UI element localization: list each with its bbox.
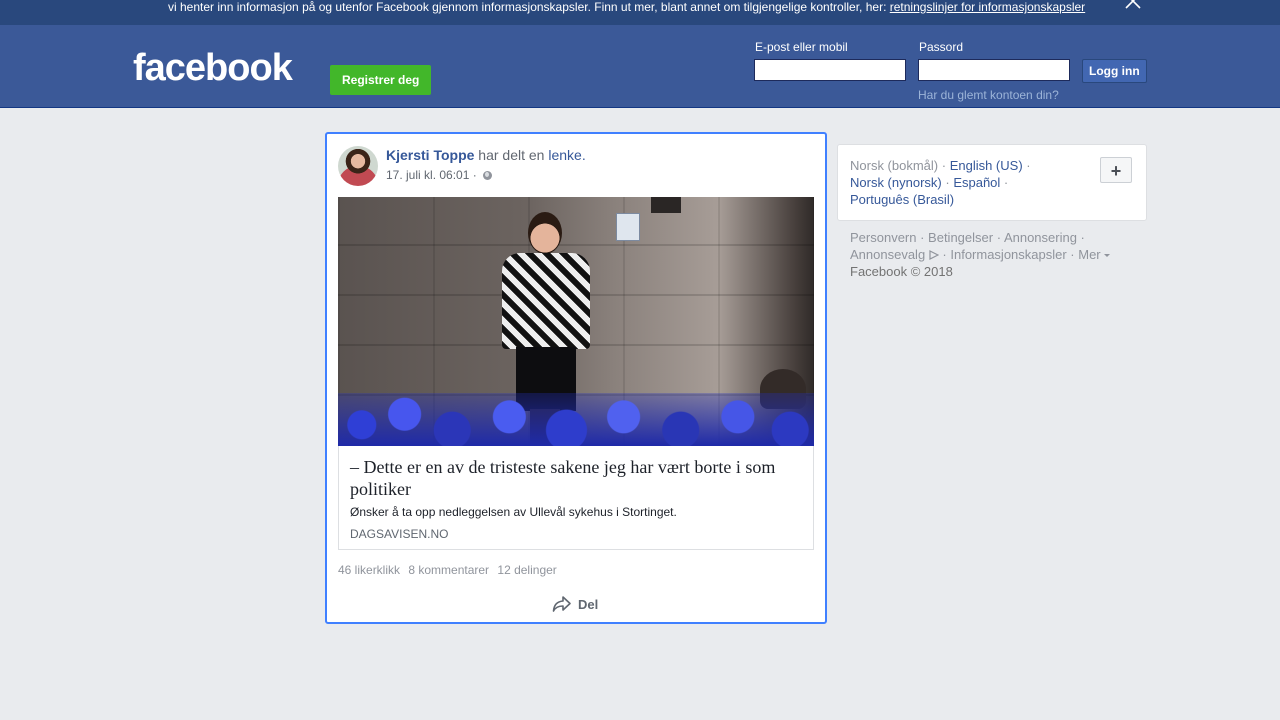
post-link-word[interactable]: lenke. [548,147,585,163]
post-card: Kjersti Toppe har delt en lenke. 17. jul… [325,132,827,624]
share-label: Del [578,597,599,612]
link-preview[interactable]: – Dette er en av de tristeste sakene jeg… [338,446,814,550]
footer-link-annonsevalg[interactable]: Annonsevalg [850,247,939,262]
add-language-button[interactable]: + [1100,157,1132,183]
link-description: Ønsker å ta opp nedleggelsen av Ullevål … [350,505,677,519]
link-domain: DAGSAVISEN.NO [350,527,449,541]
password-label: Passord [919,40,964,54]
language-norsk-nynorsk[interactable]: Norsk (nynorsk) [850,175,942,190]
adchoices-icon [929,250,939,260]
comments-count[interactable]: 8 kommentarer [408,563,489,577]
globe-icon [483,171,493,180]
post-timestamp[interactable]: 17. juli kl. 06:01 · [386,168,477,182]
chevron-down-icon [1104,254,1111,257]
footer-links: Personvern · Betingelser · Annonsering ·… [850,229,1140,280]
language-current: Norsk (bokmål) [850,158,939,173]
footer-link-mer[interactable]: Mer [1078,247,1111,262]
language-portugues-brasil[interactable]: Português (Brasil) [850,192,954,207]
link-title[interactable]: – Dette er en av de tristeste sakene jeg… [350,456,800,500]
language-box: Norsk (bokmål) · English (US) · Norsk (n… [837,144,1147,221]
language-espanol[interactable]: Español [953,175,1000,190]
image-person-head [528,212,562,254]
forgot-account-link[interactable]: Har du glemt kontoen din? [918,88,1059,102]
share-icon [552,596,571,612]
post-header: Kjersti Toppe har delt en lenke. [386,147,586,163]
post-image[interactable] [338,197,814,446]
footer-link-informasjonskapsler[interactable]: Informasjonskapsler [950,247,1066,262]
shares-count[interactable]: 12 delinger [497,563,556,577]
password-input[interactable] [918,59,1070,81]
avatar[interactable] [338,146,378,186]
post-meta: 17. juli kl. 06:01 · [386,168,493,182]
image-sign [616,213,640,241]
post-action-text: har delt en [474,147,549,163]
mer-label: Mer [1078,247,1101,262]
cookie-banner: vi henter inn informasjon på og utenfor … [0,0,1280,25]
cookie-policy-link[interactable]: retningslinjer for informasjonskapsler [890,0,1085,14]
image-flowers [338,393,814,446]
email-label: E-post eller mobil [755,40,848,54]
reaction-counts: 46 likerklikk 8 kommentarer 12 delinger [338,563,562,577]
copyright: Facebook © 2018 [850,264,953,279]
register-button[interactable]: Registrer deg [330,65,432,95]
image-window [651,197,681,213]
email-input[interactable] [754,59,906,81]
share-button[interactable]: Del [552,594,598,616]
annonsevalg-label: Annonsevalg [850,247,926,262]
facebook-logo[interactable]: facebook [133,49,293,87]
close-icon[interactable] [1124,0,1142,10]
cookie-banner-text: vi henter inn informasjon på og utenfor … [168,0,1085,14]
footer-link-betingelser[interactable]: Betingelser [928,230,993,245]
footer-link-personvern[interactable]: Personvern [850,230,916,245]
language-list: Norsk (bokmål) · English (US) · Norsk (n… [850,158,1031,207]
image-person-top [502,253,590,349]
top-header: facebook Registrer deg E-post eller mobi… [0,25,1280,108]
cookie-text: vi henter inn informasjon på og utenfor … [168,0,890,14]
login-button[interactable]: Logg inn [1082,59,1147,83]
language-english-us[interactable]: English (US) [950,158,1023,173]
footer-link-annonsering[interactable]: Annonsering [1004,230,1077,245]
likes-count[interactable]: 46 likerklikk [338,563,400,577]
post-author-link[interactable]: Kjersti Toppe [386,147,474,163]
